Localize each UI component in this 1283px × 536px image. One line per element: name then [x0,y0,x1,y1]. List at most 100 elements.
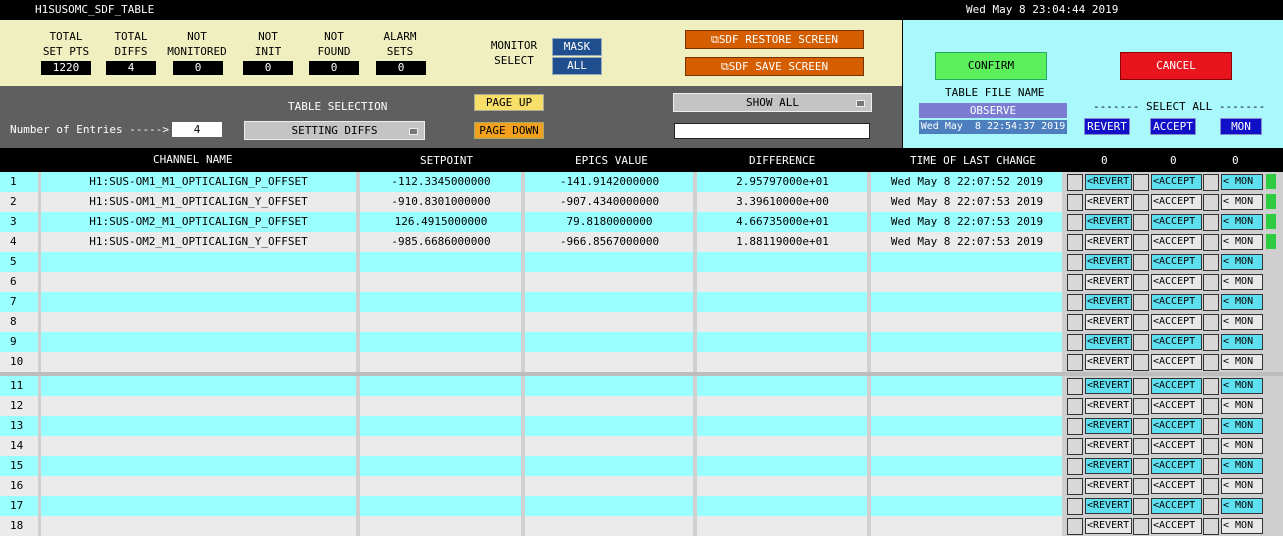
revert-checkbox[interactable] [1067,274,1083,291]
accept-checkbox[interactable] [1133,194,1149,211]
revert-checkbox[interactable] [1067,398,1083,415]
accept-checkbox[interactable] [1133,518,1149,535]
accept-checkbox[interactable] [1133,378,1149,395]
mon-button[interactable]: < MON [1221,354,1263,370]
revert-button[interactable]: <REVERT [1085,274,1132,290]
accept-button[interactable]: <ACCEPT [1151,378,1202,394]
accept-button[interactable]: <ACCEPT [1151,314,1202,330]
accept-checkbox[interactable] [1133,214,1149,231]
accept-button[interactable]: <ACCEPT [1151,354,1202,370]
revert-button[interactable]: <REVERT [1085,314,1132,330]
mon-button[interactable]: < MON [1221,438,1263,454]
mon-button[interactable]: < MON [1221,478,1263,494]
mon-checkbox[interactable] [1203,378,1219,395]
sdf-restore-screen-button[interactable]: ⧉SDF RESTORE SCREEN [685,30,864,49]
mon-checkbox[interactable] [1203,418,1219,435]
revert-checkbox[interactable] [1067,234,1083,251]
accept-button[interactable]: <ACCEPT [1151,458,1202,474]
mon-checkbox[interactable] [1203,274,1219,291]
revert-checkbox[interactable] [1067,378,1083,395]
revert-checkbox[interactable] [1067,478,1083,495]
mon-button[interactable]: < MON [1221,174,1263,190]
revert-checkbox[interactable] [1067,214,1083,231]
mon-checkbox[interactable] [1203,334,1219,351]
accept-button[interactable]: <ACCEPT [1151,498,1202,514]
mon-button[interactable]: < MON [1221,194,1263,210]
revert-button[interactable]: <REVERT [1085,438,1132,454]
mon-button[interactable]: < MON [1221,518,1263,534]
accept-checkbox[interactable] [1133,398,1149,415]
revert-checkbox[interactable] [1067,254,1083,271]
accept-button[interactable]: <ACCEPT [1151,214,1202,230]
mon-button[interactable]: < MON [1221,274,1263,290]
mon-checkbox[interactable] [1203,194,1219,211]
mon-checkbox[interactable] [1203,294,1219,311]
accept-checkbox[interactable] [1133,254,1149,271]
revert-button[interactable]: <REVERT [1085,398,1132,414]
revert-button[interactable]: <REVERT [1085,194,1132,210]
select-all-accept-button[interactable]: ACCEPT [1150,118,1196,135]
sdf-save-screen-button[interactable]: ⧉SDF SAVE SCREEN [685,57,864,76]
revert-checkbox[interactable] [1067,314,1083,331]
mon-checkbox[interactable] [1203,254,1219,271]
mask-button[interactable]: MASK [552,38,602,56]
select-all-mon-button[interactable]: MON [1220,118,1262,135]
accept-button[interactable]: <ACCEPT [1151,334,1202,350]
accept-checkbox[interactable] [1133,478,1149,495]
revert-button[interactable]: <REVERT [1085,354,1132,370]
mon-checkbox[interactable] [1203,214,1219,231]
accept-button[interactable]: <ACCEPT [1151,254,1202,270]
accept-checkbox[interactable] [1133,314,1149,331]
revert-checkbox[interactable] [1067,194,1083,211]
mon-button[interactable]: < MON [1221,294,1263,310]
revert-button[interactable]: <REVERT [1085,418,1132,434]
page-up-button[interactable]: PAGE UP [474,94,544,111]
accept-checkbox[interactable] [1133,274,1149,291]
mon-button[interactable]: < MON [1221,418,1263,434]
mon-button[interactable]: < MON [1221,458,1263,474]
mon-button[interactable]: < MON [1221,314,1263,330]
accept-checkbox[interactable] [1133,458,1149,475]
cancel-button[interactable]: CANCEL [1120,52,1232,80]
revert-button[interactable]: <REVERT [1085,498,1132,514]
accept-checkbox[interactable] [1133,234,1149,251]
filter-input[interactable] [674,123,870,139]
mon-checkbox[interactable] [1203,174,1219,191]
revert-button[interactable]: <REVERT [1085,214,1132,230]
mon-checkbox[interactable] [1203,354,1219,371]
accept-checkbox[interactable] [1133,498,1149,515]
revert-checkbox[interactable] [1067,174,1083,191]
mon-button[interactable]: < MON [1221,498,1263,514]
accept-checkbox[interactable] [1133,174,1149,191]
mon-checkbox[interactable] [1203,234,1219,251]
accept-button[interactable]: <ACCEPT [1151,518,1202,534]
accept-button[interactable]: <ACCEPT [1151,174,1202,190]
revert-button[interactable]: <REVERT [1085,174,1132,190]
revert-checkbox[interactable] [1067,334,1083,351]
revert-checkbox[interactable] [1067,418,1083,435]
page-down-button[interactable]: PAGE DOWN [474,122,544,139]
mon-checkbox[interactable] [1203,498,1219,515]
revert-checkbox[interactable] [1067,294,1083,311]
mon-checkbox[interactable] [1203,458,1219,475]
accept-button[interactable]: <ACCEPT [1151,478,1202,494]
revert-button[interactable]: <REVERT [1085,478,1132,494]
mon-checkbox[interactable] [1203,438,1219,455]
accept-button[interactable]: <ACCEPT [1151,234,1202,250]
accept-button[interactable]: <ACCEPT [1151,418,1202,434]
revert-button[interactable]: <REVERT [1085,518,1132,534]
mon-button[interactable]: < MON [1221,234,1263,250]
all-button[interactable]: ALL [552,57,602,75]
revert-checkbox[interactable] [1067,498,1083,515]
accept-checkbox[interactable] [1133,294,1149,311]
accept-button[interactable]: <ACCEPT [1151,274,1202,290]
accept-checkbox[interactable] [1133,334,1149,351]
revert-checkbox[interactable] [1067,438,1083,455]
mon-button[interactable]: < MON [1221,378,1263,394]
select-all-revert-button[interactable]: REVERT [1084,118,1130,135]
accept-button[interactable]: <ACCEPT [1151,194,1202,210]
revert-checkbox[interactable] [1067,518,1083,535]
accept-button[interactable]: <ACCEPT [1151,438,1202,454]
accept-checkbox[interactable] [1133,354,1149,371]
accept-button[interactable]: <ACCEPT [1151,398,1202,414]
